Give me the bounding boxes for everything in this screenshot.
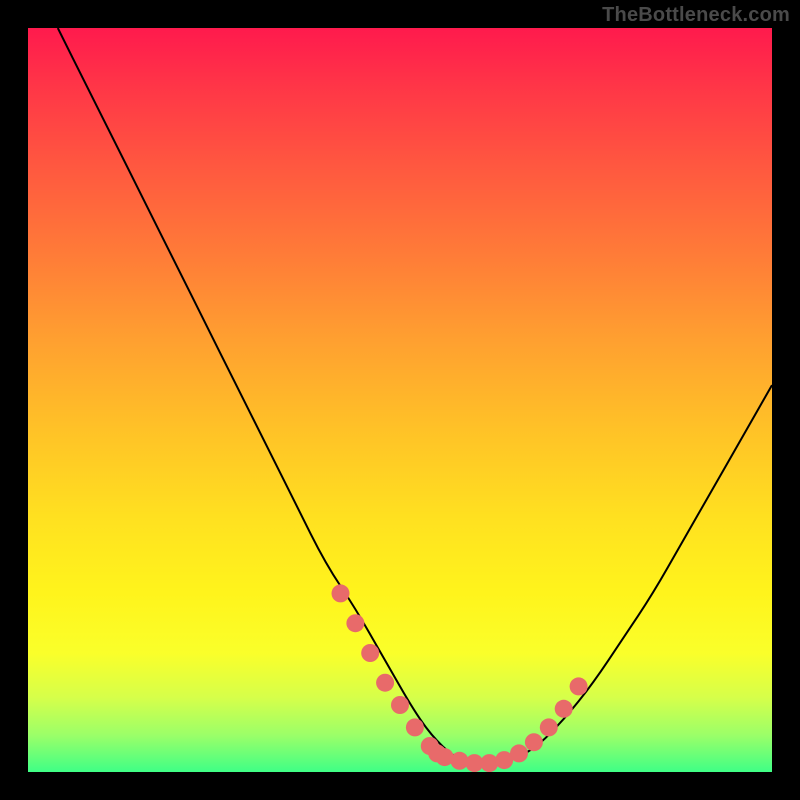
marker-dot xyxy=(510,744,528,762)
highlight-markers xyxy=(332,584,588,772)
marker-dot xyxy=(540,718,558,736)
marker-dot xyxy=(570,677,588,695)
chart-svg xyxy=(28,28,772,772)
marker-dot xyxy=(376,674,394,692)
outer-frame: TheBottleneck.com xyxy=(0,0,800,800)
marker-dot xyxy=(406,718,424,736)
marker-dot xyxy=(332,584,350,602)
marker-dot xyxy=(391,696,409,714)
bottleneck-curve xyxy=(58,28,772,764)
marker-dot xyxy=(480,754,498,772)
marker-dot xyxy=(346,614,364,632)
plot-area xyxy=(28,28,772,772)
watermark-text: TheBottleneck.com xyxy=(602,4,790,27)
marker-dot xyxy=(361,644,379,662)
marker-dot xyxy=(525,733,543,751)
marker-dot xyxy=(555,700,573,718)
